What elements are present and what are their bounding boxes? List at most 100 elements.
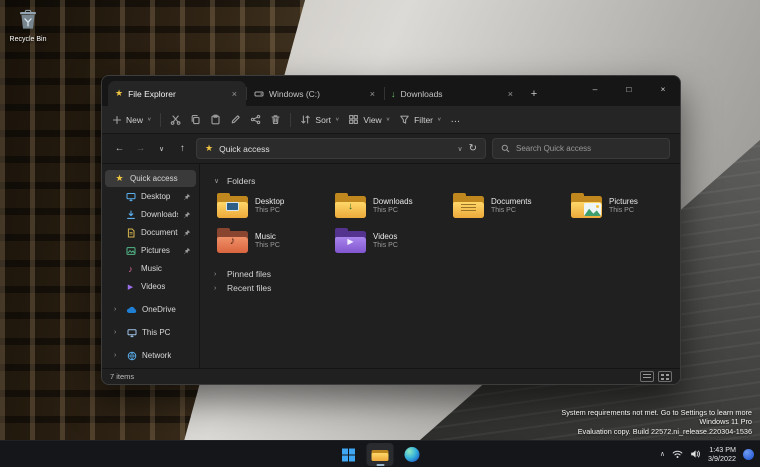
new-button[interactable]: New ∨	[112, 115, 151, 125]
sidebar-item-desktop[interactable]: Desktop	[105, 188, 196, 205]
sort-button-label: Sort	[315, 114, 332, 125]
tray-overflow-chevron-icon[interactable]: ∧	[660, 450, 665, 458]
sidebar-item-videos[interactable]: ▶ Videos	[105, 278, 196, 295]
paste-icon[interactable]	[210, 114, 221, 125]
command-bar: New ∨ Sort ∨ View ∨ Filter ∨ …	[102, 106, 680, 134]
tab-close-icon[interactable]: ×	[230, 89, 239, 99]
tab-windows-c[interactable]: Windows (C:) ×	[246, 81, 384, 106]
chevron-right-icon[interactable]: ›	[114, 306, 121, 313]
sidebar-item-downloads[interactable]: Downloads	[105, 206, 196, 223]
pinned-files-section-header[interactable]: › Pinned files	[214, 269, 680, 279]
navigation-pane: ★ Quick access Desktop Downloads Documen…	[102, 164, 200, 368]
drive-icon	[253, 89, 264, 99]
volume-icon[interactable]	[690, 449, 701, 459]
sidebar-item-this-pc[interactable]: › This PC	[105, 324, 196, 341]
tab-close-icon[interactable]: ×	[506, 89, 515, 99]
copy-icon[interactable]	[190, 114, 201, 125]
music-note-icon: ♪	[128, 263, 133, 274]
downloads-icon: ↓	[391, 88, 396, 99]
item-count: 7 items	[110, 372, 135, 381]
details-view-toggle[interactable]	[640, 371, 654, 382]
play-icon: ▶	[127, 283, 134, 291]
tab-close-icon[interactable]: ×	[368, 89, 377, 99]
sidebar-item-music[interactable]: ♪ Music	[105, 260, 196, 277]
chevron-down-icon: ∨	[335, 117, 340, 123]
minimize-button[interactable]: –	[578, 76, 612, 102]
windows-logo-icon	[341, 448, 355, 461]
filter-button-label: Filter	[414, 114, 433, 125]
sidebar-item-documents[interactable]: Documents	[105, 224, 196, 241]
status-bar: 7 items	[102, 368, 680, 384]
address-row: ← → ∨ ↑ ★ Quick access ∨ ↻	[102, 134, 680, 164]
start-button[interactable]	[335, 443, 362, 466]
edge-browser-icon	[404, 447, 420, 462]
view-button-label: View	[363, 114, 382, 125]
network-icon[interactable]	[672, 449, 683, 459]
new-button-label: New	[126, 114, 144, 125]
taskbar-file-explorer-button[interactable]	[366, 443, 394, 466]
view-button[interactable]: View ∨	[348, 114, 390, 125]
taskbar-edge-button[interactable]	[399, 443, 426, 466]
pictures-folder-icon	[571, 193, 602, 218]
sort-icon	[300, 114, 311, 125]
filter-button[interactable]: Filter ∨	[399, 114, 441, 125]
view-icon	[348, 114, 359, 125]
sidebar-item-pictures[interactable]: Pictures	[105, 242, 196, 259]
search-input[interactable]	[516, 144, 661, 153]
new-tab-button[interactable]: +	[522, 81, 546, 106]
recycle-bin[interactable]: Recycle Bin	[6, 8, 50, 43]
chevron-right-icon[interactable]: ›	[114, 329, 121, 336]
folder-tile-desktop[interactable]: Desktop This PC	[217, 193, 335, 218]
folder-tile-downloads[interactable]: ↓ Downloads This PC	[335, 193, 453, 218]
maximize-button[interactable]: □	[612, 76, 646, 102]
notification-bell-badge[interactable]	[743, 448, 754, 460]
network-globe-icon	[126, 351, 137, 361]
up-button[interactable]: ↑	[175, 143, 190, 154]
folder-tile-videos[interactable]: ▶ Videos This PC	[335, 228, 453, 253]
address-dropdown-icon[interactable]: ∨	[457, 145, 462, 153]
tab-label: Downloads	[400, 88, 443, 99]
recent-files-section-header[interactable]: › Recent files	[214, 283, 680, 293]
taskbar-clock[interactable]: 1:43 PM 3/9/2022	[708, 445, 736, 463]
chevron-down-icon: ∨	[437, 117, 442, 123]
rename-icon[interactable]	[230, 114, 241, 125]
taskbar: ∧ 1:43 PM 3/9/2022	[0, 440, 760, 467]
toolbar-divider	[160, 112, 162, 127]
folder-tile-pictures[interactable]: Pictures This PC	[571, 193, 680, 218]
chevron-right-icon[interactable]: ›	[114, 352, 121, 359]
quick-access-star-icon: ★	[205, 143, 214, 153]
forward-button[interactable]: →	[133, 143, 148, 154]
chevron-right-icon: ›	[214, 284, 217, 292]
folder-tile-music[interactable]: ♪ Music This PC	[217, 228, 335, 253]
music-folder-icon: ♪	[217, 228, 248, 253]
filter-icon	[399, 114, 410, 125]
recent-locations-button[interactable]: ∨	[154, 145, 169, 153]
address-bar[interactable]: ★ Quick access ∨ ↻	[196, 138, 486, 159]
tab-label: Windows (C:)	[269, 88, 321, 99]
document-icon	[125, 228, 136, 238]
sidebar-item-network[interactable]: › Network	[105, 347, 196, 364]
folders-section-header[interactable]: ∨ Folders	[214, 176, 680, 186]
desktop-folder-icon	[217, 193, 248, 218]
refresh-button[interactable]: ↻	[469, 143, 477, 154]
folder-tile-documents[interactable]: Documents This PC	[453, 193, 571, 218]
sidebar-item-quick-access[interactable]: ★ Quick access	[105, 170, 196, 187]
see-more-button[interactable]: …	[450, 114, 461, 125]
delete-icon[interactable]	[270, 114, 281, 125]
folder-grid: Desktop This PC ↓ Downloads This PC Docu…	[217, 193, 680, 253]
tab-downloads[interactable]: ↓ Downloads ×	[384, 81, 522, 106]
icons-view-toggle[interactable]	[658, 371, 672, 382]
cut-icon[interactable]	[170, 114, 181, 125]
sort-button[interactable]: Sort ∨	[300, 114, 339, 125]
close-button[interactable]: ×	[646, 76, 680, 102]
sidebar-item-onedrive[interactable]: › OneDrive	[105, 301, 196, 318]
clock-date: 3/9/2022	[708, 454, 736, 463]
downloads-folder-icon: ↓	[335, 193, 366, 218]
system-tray: ∧ 1:43 PM 3/9/2022	[660, 441, 754, 467]
share-icon[interactable]	[250, 114, 261, 125]
search-box[interactable]	[492, 138, 670, 159]
back-button[interactable]: ←	[112, 143, 127, 154]
documents-folder-icon	[453, 193, 484, 218]
onedrive-cloud-icon	[126, 306, 137, 314]
tab-file-explorer[interactable]: ★ File Explorer ×	[108, 81, 246, 106]
